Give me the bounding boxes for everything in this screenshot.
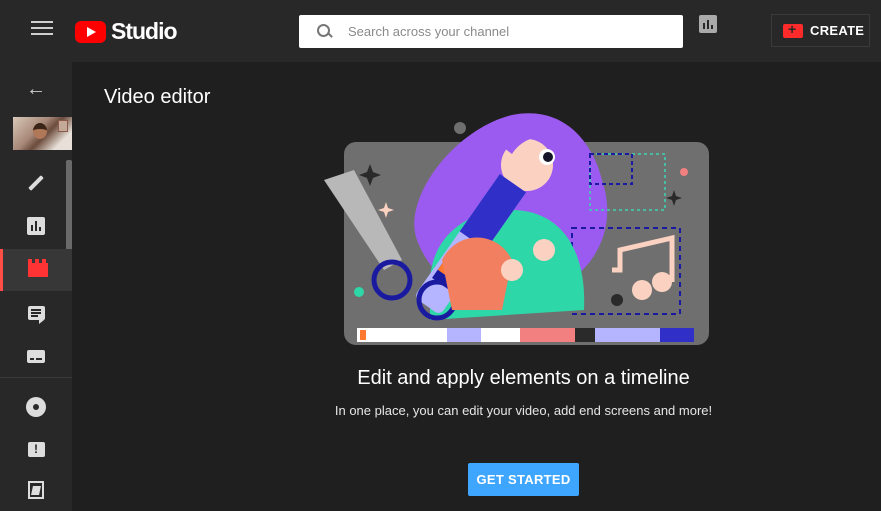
search-input[interactable] — [348, 24, 668, 39]
sidebar-item-editor[interactable] — [0, 249, 72, 291]
main-content: Video editor Edit and apply elements on … — [72, 62, 881, 511]
create-label: CREATE — [810, 23, 865, 38]
sidebar-item-settings[interactable] — [0, 386, 72, 428]
youtube-play-icon — [75, 20, 106, 43]
get-started-button[interactable]: GET STARTED — [468, 463, 579, 496]
editor-illustration — [324, 113, 709, 345]
sidebar-item-feedback[interactable]: ! — [0, 428, 72, 470]
menu-icon[interactable] — [31, 21, 53, 41]
sidebar-item-analytics[interactable] — [0, 205, 72, 247]
channel-analytics-icon[interactable] — [699, 15, 717, 33]
sidebar-item-subtitles[interactable] — [0, 335, 72, 377]
empty-state-headline: Edit and apply elements on a timeline — [357, 367, 690, 389]
sidebar-item-back[interactable]: ← — [0, 68, 72, 110]
sidebar-item-creator-studio[interactable] — [0, 469, 72, 511]
search-bar[interactable] — [299, 15, 683, 48]
video-thumbnail[interactable] — [13, 117, 72, 150]
page-title: Video editor — [104, 86, 211, 108]
create-button[interactable]: CREATE — [771, 14, 870, 47]
subtitles-icon — [27, 349, 45, 363]
sidebar: ← ! — [0, 62, 72, 511]
clapperboard-icon — [27, 259, 48, 277]
sidebar-item-comments[interactable] — [0, 292, 72, 334]
feedback-icon: ! — [27, 441, 45, 457]
video-add-icon — [783, 21, 803, 38]
empty-state-description: In one place, you can edit your video, a… — [334, 403, 713, 418]
sidebar-divider — [0, 377, 72, 378]
analytics-icon — [27, 217, 45, 235]
logo-text: Studio — [111, 18, 178, 44]
top-bar: Studio CREATE — [0, 0, 881, 62]
comment-icon — [27, 306, 45, 324]
studio-logo[interactable]: Studio — [75, 18, 178, 45]
pencil-icon — [28, 175, 44, 191]
arrow-back-icon: ← — [26, 77, 46, 100]
search-icon[interactable] — [317, 23, 333, 40]
sidebar-item-details[interactable] — [0, 162, 72, 204]
gear-icon — [28, 399, 44, 415]
creator-studio-icon — [28, 481, 44, 499]
